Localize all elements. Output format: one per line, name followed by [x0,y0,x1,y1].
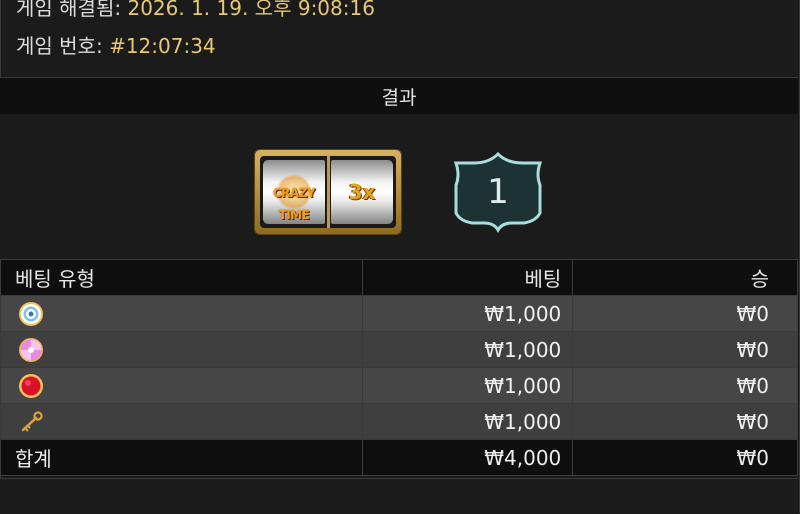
settled-label: 게임 해결됨: [16,0,122,20]
win-amount: ₩0 [572,331,798,368]
settled-value: 2026. 1. 19. 오후 9:08:16 [127,0,375,20]
result-title: 결과 [381,86,417,109]
outcome-number: 1 [487,172,509,212]
win-amount: ₩0 [572,295,798,332]
candy-icon [19,337,43,362]
total-label: 합계 [0,439,364,476]
total-win: ₩0 [572,439,798,476]
col-bet: 베팅 [362,259,574,296]
game-number-label: 게임 번호: [16,34,103,58]
slot-reel-right: 3x [331,160,393,224]
total-row: 합계 ₩4,000 ₩0 [0,439,798,476]
red-ball-icon [19,373,43,398]
settled-time-line: 게임 해결됨: 2026. 1. 19. 오후 9:08:16 [16,0,375,21]
target-icon [19,301,43,326]
table-row: ₩1,000 ₩0 [0,295,798,332]
footer-area [0,478,798,514]
table-row: ₩1,000 ₩0 [0,403,798,440]
win-amount: ₩0 [572,367,798,404]
key-icon [21,411,43,432]
top-slot: CRAZY TIME 3x [255,150,401,234]
bet-amount: ₩1,000 [362,331,574,368]
slot-multiplier: 3x [348,180,376,204]
crazy-time-logo: CRAZY TIME [272,186,316,222]
table-row: ₩1,000 ₩0 [0,331,798,368]
bet-amount: ₩1,000 [362,403,574,440]
col-bet-type: 베팅 유형 [0,259,364,296]
outcome-badge: 1 [452,151,544,234]
total-bet: ₩4,000 [362,439,574,476]
game-number-line: 게임 번호: #12:07:34 [16,30,216,59]
bet-amount: ₩1,000 [362,295,574,332]
col-win: 승 [572,259,798,296]
table-row: ₩1,000 ₩0 [0,367,798,404]
bets-table-header: 베팅 유형 베팅 승 [0,259,798,296]
game-number-value: #12:07:34 [109,34,216,58]
result-header: 결과 [0,77,798,115]
win-amount: ₩0 [572,403,798,440]
slot-reel-left: CRAZY TIME [263,160,325,224]
bets-table: 베팅 유형 베팅 승 ₩1,000 ₩0 ₩1,000 ₩0 ₩1,000 ₩0… [0,259,798,476]
bet-amount: ₩1,000 [362,367,574,404]
